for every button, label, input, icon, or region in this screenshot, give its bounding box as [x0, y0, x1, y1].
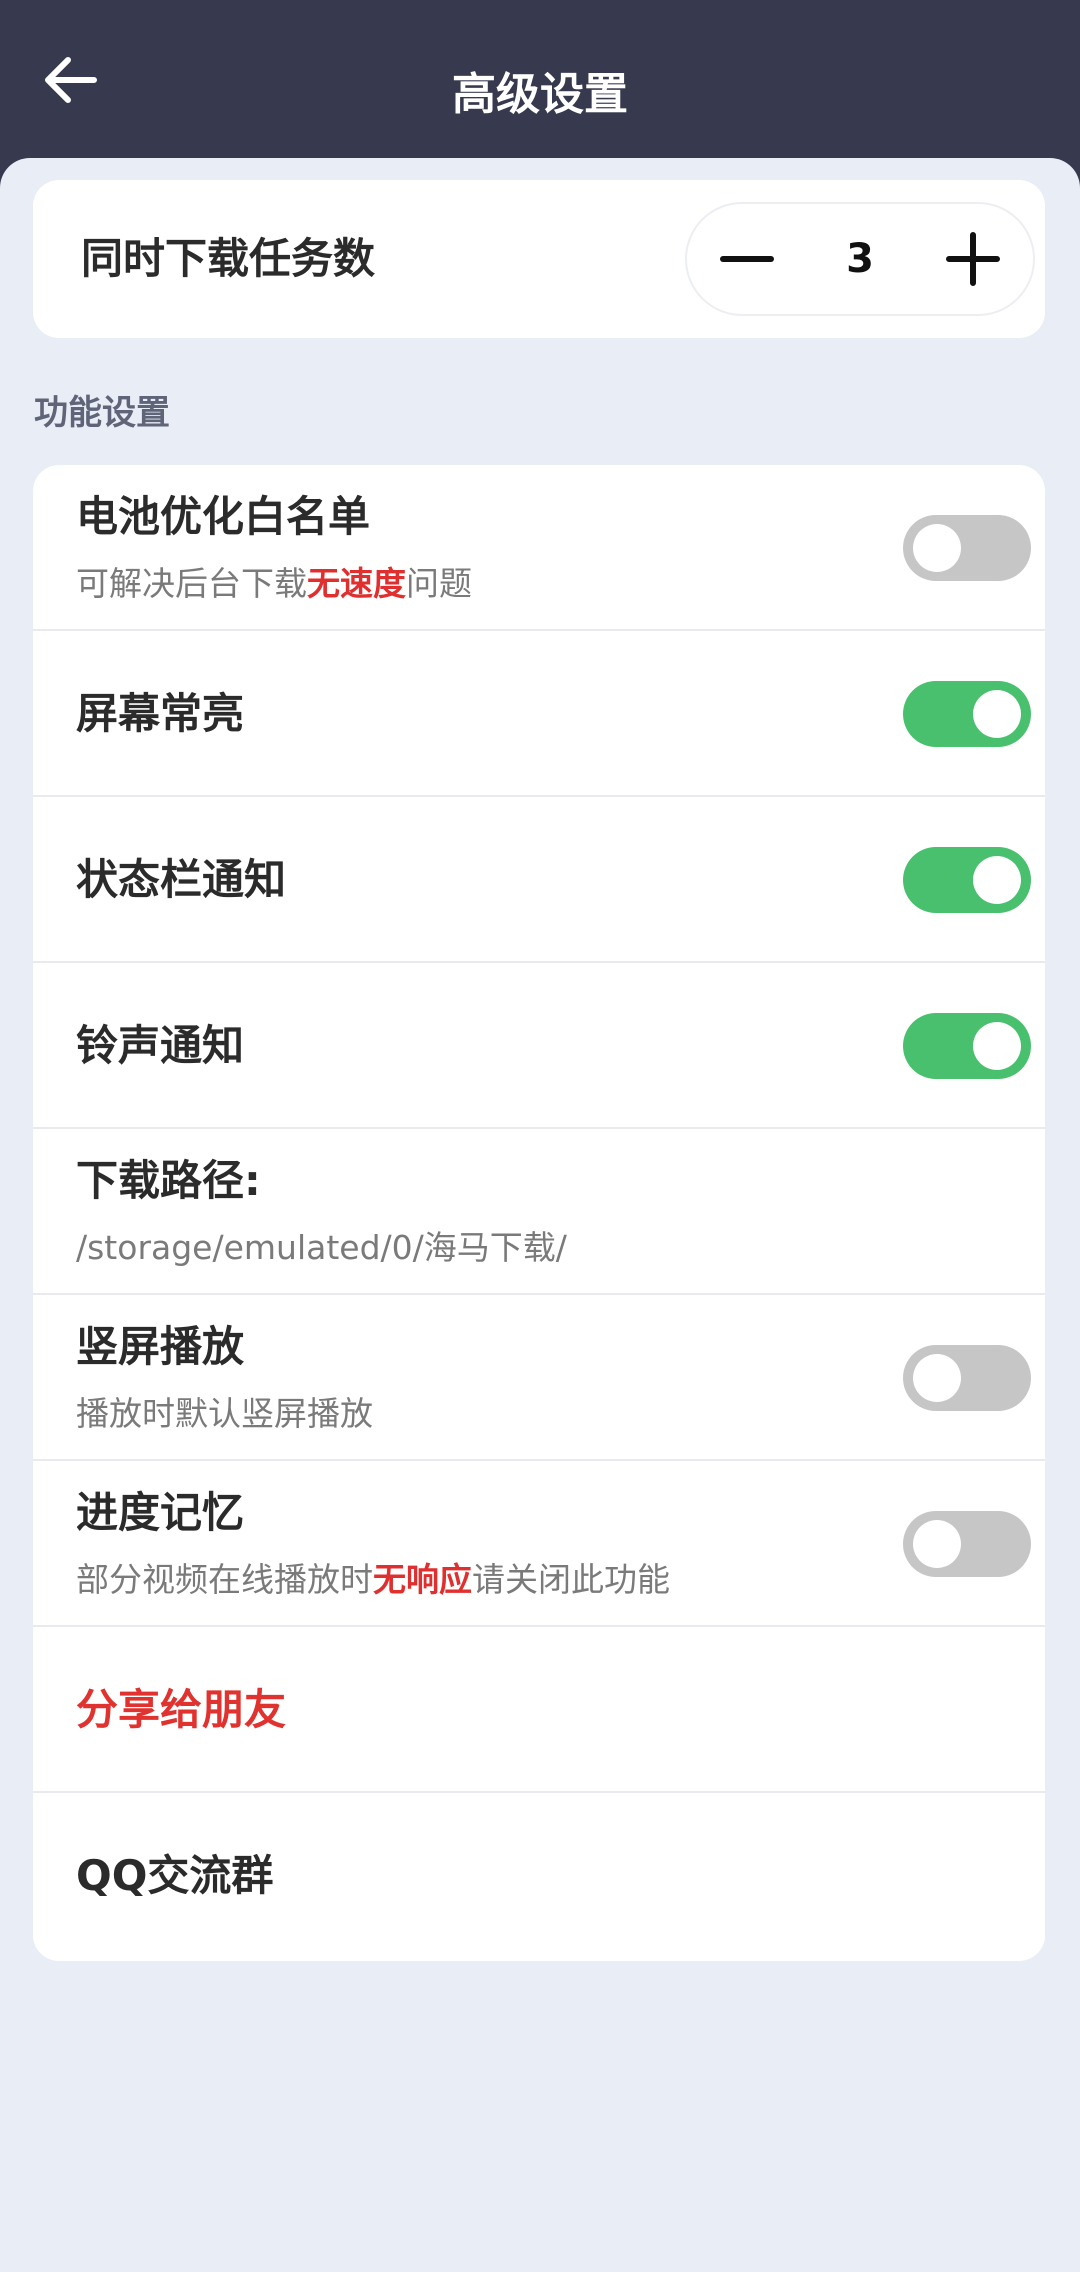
setting-title: 下载路径: — [76, 1156, 261, 1205]
setting-row-screen-on[interactable]: 屏幕常亮 — [33, 631, 1045, 797]
toggle-knob — [973, 690, 1021, 738]
setting-title: 状态栏通知 — [76, 855, 287, 904]
toggle-knob — [913, 524, 961, 572]
description-highlight: 无响应 — [373, 1560, 472, 1599]
toggle-knob — [913, 1520, 961, 1568]
advanced-settings-screen: 高级设置 同时下载任务数 3 功能设置 电池优化白名单 可解决后台下载无速度问题… — [0, 0, 1080, 2272]
description-text: 部分视频在线播放时 — [76, 1560, 373, 1599]
plus-icon — [946, 232, 1000, 286]
setting-row-progress-memory[interactable]: 进度记忆 部分视频在线播放时无响应请关闭此功能 — [33, 1461, 1045, 1627]
setting-description: 播放时默认竖屏播放 — [76, 1394, 373, 1433]
page-title: 高级设置 — [452, 69, 628, 120]
download-path-value: /storage/emulated/0/海马下载/ — [76, 1228, 567, 1267]
concurrent-downloads-card: 同时下载任务数 3 — [33, 180, 1045, 338]
decrement-button[interactable] — [697, 204, 797, 314]
setting-row-download-path[interactable]: 下载路径: /storage/emulated/0/海马下载/ — [33, 1129, 1045, 1295]
description-text: 可解决后台下载 — [76, 564, 307, 603]
screen-on-toggle[interactable] — [903, 681, 1031, 747]
setting-row-portrait-playback[interactable]: 竖屏播放 播放时默认竖屏播放 — [33, 1295, 1045, 1461]
setting-title: 铃声通知 — [76, 1021, 245, 1070]
setting-row-share[interactable]: 分享给朋友 — [33, 1627, 1045, 1793]
features-settings-card: 电池优化白名单 可解决后台下载无速度问题 屏幕常亮 状态栏通知 铃声通知 下载路… — [33, 465, 1045, 1961]
toggle-knob — [973, 856, 1021, 904]
statusbar-notification-toggle[interactable] — [903, 847, 1031, 913]
content-area: 同时下载任务数 3 功能设置 电池优化白名单 可解决后台下载无速度问题 屏幕常亮… — [0, 158, 1080, 2272]
setting-title: 屏幕常亮 — [76, 689, 245, 738]
setting-row-ringtone-notification[interactable]: 铃声通知 — [33, 963, 1045, 1129]
description-highlight: 无速度 — [307, 564, 406, 603]
setting-title: 竖屏播放 — [76, 1322, 245, 1371]
setting-description: 部分视频在线播放时无响应请关闭此功能 — [76, 1557, 670, 1603]
minus-icon — [720, 256, 774, 262]
battery-whitelist-toggle[interactable] — [903, 515, 1031, 581]
portrait-playback-toggle[interactable] — [903, 1345, 1031, 1411]
concurrent-downloads-stepper: 3 — [685, 202, 1035, 316]
toggle-knob — [973, 1022, 1021, 1070]
ringtone-notification-toggle[interactable] — [903, 1013, 1031, 1079]
setting-description: 可解决后台下载无速度问题 — [76, 561, 472, 607]
setting-title: 电池优化白名单 — [76, 492, 371, 541]
concurrent-downloads-label: 同时下载任务数 — [81, 234, 376, 283]
setting-row-qq-group[interactable]: QQ交流群 — [33, 1793, 1045, 1959]
qq-group-label: QQ交流群 — [76, 1851, 274, 1900]
progress-memory-toggle[interactable] — [903, 1511, 1031, 1577]
toggle-knob — [913, 1354, 961, 1402]
concurrent-downloads-value: 3 — [846, 236, 874, 282]
share-with-friends-label: 分享给朋友 — [76, 1685, 287, 1734]
setting-row-statusbar-notification[interactable]: 状态栏通知 — [33, 797, 1045, 963]
setting-title: 进度记忆 — [76, 1488, 245, 1537]
description-text: 问题 — [406, 564, 472, 603]
description-text: 请关闭此功能 — [472, 1560, 670, 1599]
setting-row-battery-whitelist[interactable]: 电池优化白名单 可解决后台下载无速度问题 — [33, 465, 1045, 631]
increment-button[interactable] — [923, 204, 1023, 314]
section-title-features: 功能设置 — [34, 393, 170, 433]
